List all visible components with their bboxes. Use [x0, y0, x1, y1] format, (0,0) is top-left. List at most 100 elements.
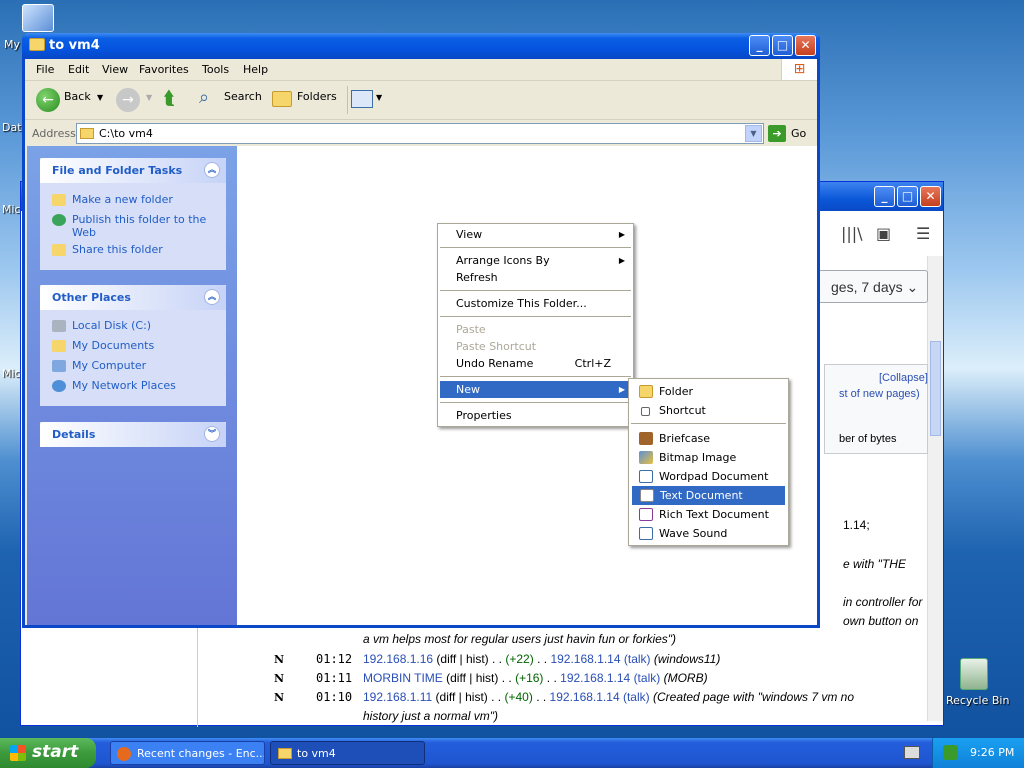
- clock[interactable]: 9:26 PM: [970, 746, 1014, 759]
- separator: . .: [536, 690, 547, 704]
- publish-web-link[interactable]: Publish this folder to the: [52, 213, 206, 226]
- collapse-chevron-icon[interactable]: ︽: [204, 289, 220, 305]
- panel-header[interactable]: Details ︾: [40, 422, 226, 447]
- submenu-item-shortcut[interactable]: Shortcut: [631, 401, 784, 420]
- collapse-link[interactable]: [Collapse]: [879, 372, 928, 384]
- edit-summary: (Created page with "windows 7 vm no: [652, 690, 855, 704]
- network-places-link[interactable]: My Network Places: [52, 379, 176, 392]
- folder-icon: [639, 385, 653, 398]
- menu-item-view[interactable]: View ▶: [440, 226, 631, 243]
- menu-edit[interactable]: Edit: [68, 63, 89, 76]
- chevron-down-icon[interactable]: ▼: [745, 125, 762, 142]
- folder-icon: [278, 748, 292, 759]
- safely-remove-icon[interactable]: [943, 745, 958, 760]
- talk-link[interactable]: (talk): [634, 671, 661, 685]
- menu-favorites[interactable]: Favorites: [139, 63, 189, 76]
- change-time: 01:11: [316, 671, 353, 685]
- rich-text-icon: [639, 508, 653, 521]
- close-button[interactable]: ✕: [795, 35, 816, 56]
- menu-label: Undo Rename: [456, 357, 534, 370]
- menu-separator: [440, 402, 631, 403]
- menu-item-new[interactable]: New ▶: [440, 381, 631, 398]
- panel-header[interactable]: File and Folder Tasks ︽: [40, 158, 226, 183]
- diff-hist-links[interactable]: (diff | hist): [436, 652, 488, 666]
- talk-link[interactable]: (talk): [624, 652, 651, 666]
- task-label: Share this folder: [72, 243, 163, 256]
- my-documents-link[interactable]: My Documents: [52, 339, 154, 352]
- minimize-button[interactable]: _: [874, 186, 895, 207]
- chevron-down-icon[interactable]: ▼: [376, 93, 382, 102]
- go-arrow-icon[interactable]: ➔: [768, 125, 786, 142]
- expand-chevron-icon[interactable]: ︾: [204, 426, 220, 442]
- search-button[interactable]: Search: [224, 90, 262, 103]
- diff-hist-links[interactable]: (diff | hist): [446, 671, 498, 685]
- user-link[interactable]: 192.168.1.14: [550, 690, 620, 704]
- search-icon: ⌕: [199, 87, 210, 108]
- menu-view[interactable]: View: [102, 63, 128, 76]
- diff-hist-links[interactable]: (diff | hist): [436, 690, 488, 704]
- new-pages-link[interactable]: st of new pages): [839, 388, 920, 400]
- folders-button[interactable]: Folders: [297, 90, 337, 103]
- separator: . .: [491, 690, 502, 704]
- menu-tools[interactable]: Tools: [202, 63, 229, 76]
- submenu-item-wordpad[interactable]: Wordpad Document: [631, 467, 784, 486]
- talk-link[interactable]: (talk): [623, 690, 650, 704]
- user-link[interactable]: 192.168.1.14: [560, 671, 630, 685]
- user-link[interactable]: 192.168.1.14: [550, 652, 620, 666]
- back-arrow-icon[interactable]: ←: [36, 88, 60, 112]
- my-computer-link[interactable]: My Computer: [52, 359, 146, 372]
- views-icon[interactable]: [351, 90, 373, 108]
- menu-file[interactable]: File: [36, 63, 54, 76]
- menu-item-customize[interactable]: Customize This Folder...: [440, 295, 631, 312]
- minimize-button[interactable]: _: [749, 35, 770, 56]
- publish-web-link-cont[interactable]: Web: [72, 226, 96, 239]
- forward-arrow-icon[interactable]: →: [116, 88, 140, 112]
- menu-item-properties[interactable]: Properties: [440, 407, 631, 424]
- submenu-item-folder[interactable]: Folder: [631, 382, 784, 401]
- maximize-button[interactable]: □: [772, 35, 793, 56]
- submenu-item-briefcase[interactable]: Briefcase: [631, 429, 784, 448]
- address-input[interactable]: C:\to vm4 ▼: [76, 123, 764, 144]
- up-folder-icon[interactable]: ⮬: [164, 88, 186, 112]
- submenu-item-wave-sound[interactable]: Wave Sound: [631, 524, 784, 543]
- task-to-vm4[interactable]: to vm4: [270, 741, 425, 765]
- submenu-item-bitmap[interactable]: Bitmap Image: [631, 448, 784, 467]
- menu-label: Wordpad Document: [659, 470, 769, 483]
- back-button[interactable]: Back: [64, 90, 91, 103]
- my-computer-icon[interactable]: [22, 4, 54, 32]
- share-folder-link[interactable]: Share this folder: [52, 243, 163, 256]
- address-value: C:\to vm4: [99, 127, 153, 140]
- submenu-item-text-document[interactable]: Text Document: [632, 486, 785, 505]
- recycle-bin-icon[interactable]: [960, 658, 988, 690]
- documents-icon: [52, 340, 66, 352]
- close-button[interactable]: ✕: [920, 186, 941, 207]
- panel-header[interactable]: Other Places ︽: [40, 285, 226, 310]
- separator: . .: [546, 671, 557, 685]
- page-link[interactable]: 192.168.1.11: [363, 690, 432, 704]
- menu-help[interactable]: Help: [243, 63, 268, 76]
- submenu-arrow-icon: ▶: [618, 385, 625, 394]
- local-disk-link[interactable]: Local Disk (C:): [52, 319, 151, 332]
- go-button[interactable]: Go: [791, 127, 806, 140]
- new-page-flag: N: [274, 672, 285, 685]
- task-recent-changes[interactable]: Recent changes - Enc...: [110, 741, 265, 765]
- page-link[interactable]: 192.168.1.16: [363, 652, 433, 666]
- page-link[interactable]: MORBIN TIME: [363, 671, 443, 685]
- system-tray: 9:26 PM: [932, 738, 1024, 768]
- folder-icon: [29, 38, 45, 51]
- menu-item-refresh[interactable]: Refresh: [440, 269, 631, 286]
- drive-icon: [52, 320, 66, 332]
- menu-item-arrange[interactable]: Arrange Icons By ▶: [440, 252, 631, 269]
- start-button[interactable]: start: [0, 738, 96, 768]
- windows-flag-icon: [10, 745, 26, 761]
- menu-item-undo-rename[interactable]: Undo Rename Ctrl+Z: [440, 355, 631, 372]
- submenu-item-rich-text[interactable]: Rich Text Document: [631, 505, 784, 524]
- menu-label: Shortcut: [659, 404, 706, 417]
- explorer-titlebar[interactable]: to vm4 _ □ ✕: [22, 33, 820, 59]
- make-folder-link[interactable]: Make a new folder: [52, 193, 173, 206]
- collapse-chevron-icon[interactable]: ︽: [204, 162, 220, 178]
- days-filter-dropdown[interactable]: ges, 7 days ⌄: [818, 270, 928, 303]
- maximize-button[interactable]: □: [897, 186, 918, 207]
- chevron-down-icon[interactable]: ▼: [97, 93, 103, 102]
- keyboard-icon[interactable]: [904, 746, 920, 759]
